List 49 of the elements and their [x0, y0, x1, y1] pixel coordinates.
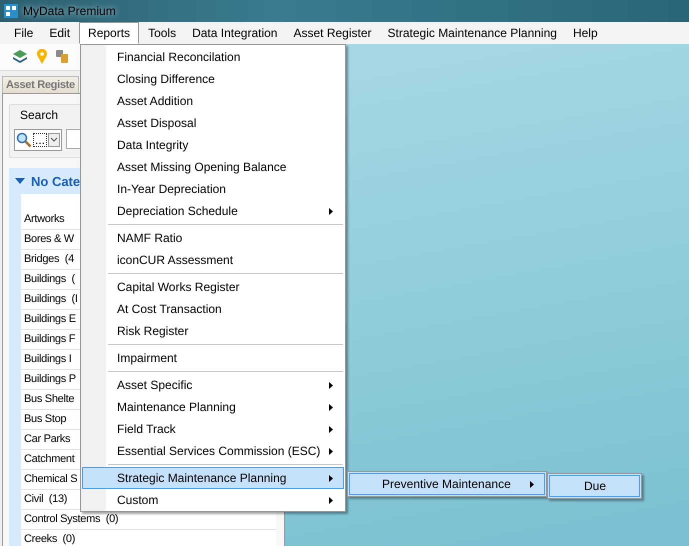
- menu-item[interactable]: Impairment: [82, 347, 344, 369]
- menu-item[interactable]: Data Integrity: [82, 134, 344, 156]
- menu-bar-item[interactable]: Reports: [79, 22, 140, 44]
- menu-bar-item[interactable]: Data Integration: [185, 22, 284, 44]
- submenu-arrow-icon: [329, 208, 333, 214]
- menu-bar-item[interactable]: Asset Register: [286, 22, 378, 44]
- menu-bar-item[interactable]: File: [7, 22, 40, 44]
- menu-item[interactable]: Capital Works Register: [82, 276, 344, 298]
- menu-item[interactable]: In-Year Depreciation: [82, 178, 344, 200]
- menu-item[interactable]: Asset Addition: [82, 90, 344, 112]
- menu-item[interactable]: Strategic Maintenance Planning: [82, 467, 344, 489]
- submenu-arrow-icon: [329, 382, 333, 388]
- layers-icon[interactable]: [12, 49, 28, 65]
- submenu-arrow-icon: [329, 496, 333, 504]
- menu-item[interactable]: Essential Services Commission (ESC): [82, 440, 344, 462]
- menu-item[interactable]: Due: [549, 475, 640, 497]
- menu-bar-item[interactable]: Strategic Maintenance Planning: [380, 22, 564, 44]
- menu-item[interactable]: Preventive Maintenance: [349, 473, 545, 495]
- menu-item[interactable]: Field Track: [82, 418, 344, 440]
- dropdown-icon: [48, 133, 60, 147]
- menu-item[interactable]: Financial Reconcilation: [82, 46, 344, 68]
- menu-bar-item[interactable]: Edit: [42, 22, 78, 44]
- menu-item[interactable]: Custom: [82, 489, 344, 511]
- menu-item[interactable]: Asset Disposal: [82, 112, 344, 134]
- panel-tab[interactable]: Asset Registe: [2, 76, 79, 93]
- menu-item[interactable]: At Cost Transaction: [82, 298, 344, 320]
- menu-item[interactable]: Risk Register: [82, 320, 344, 342]
- menu-item[interactable]: Asset Specific: [82, 374, 344, 396]
- menu-item[interactable]: NAMF Ratio: [82, 227, 344, 249]
- menu-item[interactable]: Depreciation Schedule: [82, 200, 344, 222]
- menu-item[interactable]: iconCUR Assessment: [82, 249, 344, 271]
- search-header: Search: [20, 108, 58, 122]
- submenu-arrow-icon: [530, 480, 534, 488]
- search-option-combo[interactable]: ...: [14, 129, 62, 151]
- menu-item[interactable]: Maintenance Planning: [82, 396, 344, 418]
- submenu-arrow-icon: [329, 404, 333, 410]
- map-pin-icon[interactable]: [36, 49, 48, 65]
- menu-item[interactable]: Closing Difference: [82, 68, 344, 90]
- submenu-arrow-icon: [329, 474, 333, 482]
- menu-item[interactable]: Asset Missing Opening Balance: [82, 156, 344, 178]
- submenu-arrow-icon: [329, 448, 333, 454]
- search-icon: [16, 132, 32, 148]
- menu-bar-item[interactable]: Tools: [141, 22, 184, 44]
- app-icon: [4, 4, 18, 18]
- expand-arrow-icon: [15, 176, 25, 186]
- menu-bar-item[interactable]: Help: [566, 22, 605, 44]
- submenu-arrow-icon: [329, 426, 333, 432]
- category-list-item[interactable]: Creeks (0): [21, 530, 276, 546]
- window-title: MyData Premium: [23, 4, 116, 18]
